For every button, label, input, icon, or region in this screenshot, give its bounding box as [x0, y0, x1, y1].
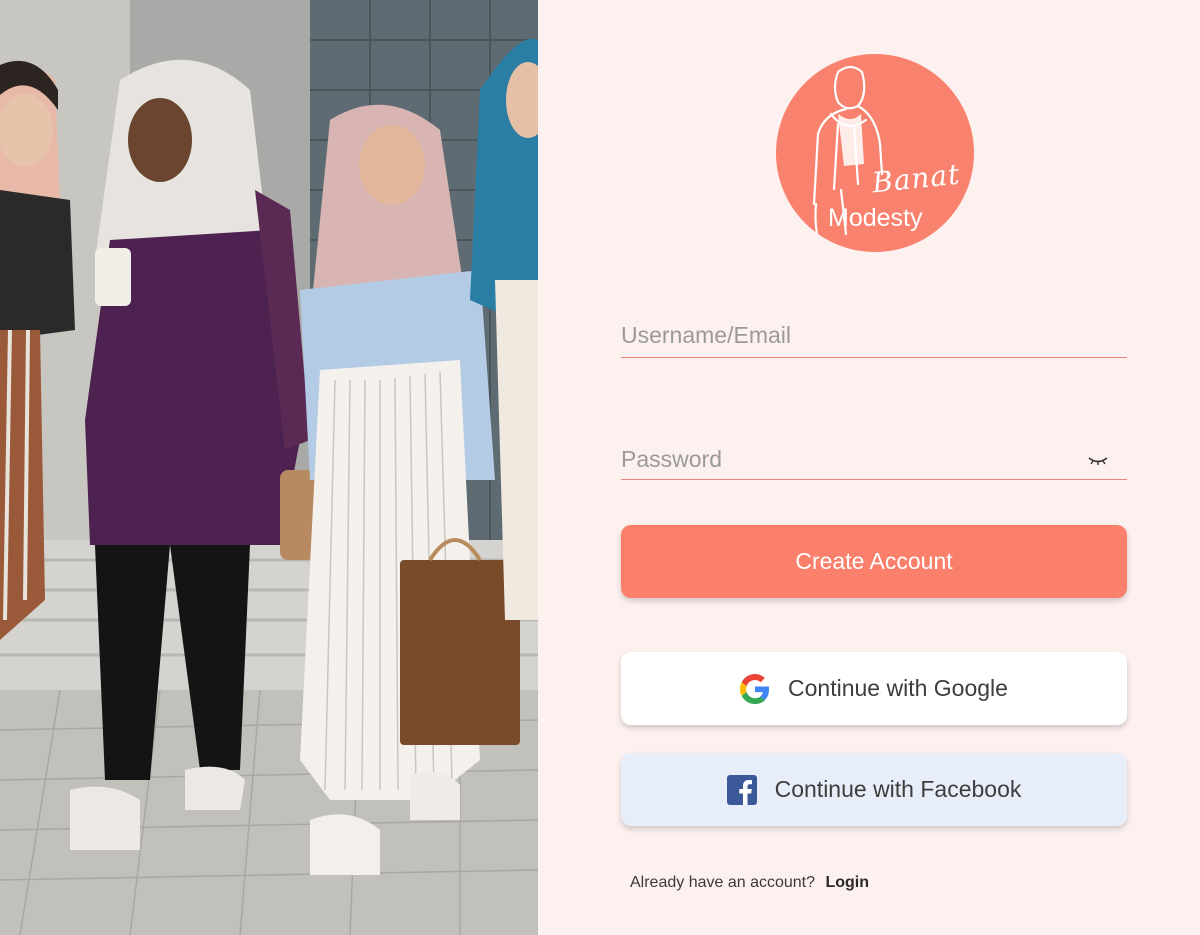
facebook-button-label: Continue with Facebook [774, 776, 1022, 802]
create-account-label: Create Account [795, 548, 953, 574]
facebook-icon [726, 774, 757, 805]
google-signin-button[interactable]: Continue with Google [621, 652, 1127, 725]
username-input[interactable] [621, 322, 1127, 352]
username-field [621, 322, 1127, 358]
google-button-label: Continue with Google [788, 675, 1008, 701]
hero-photo-illustration [0, 0, 538, 935]
eye-closed-icon[interactable] [1087, 454, 1109, 468]
password-input[interactable] [621, 446, 1127, 476]
login-prompt-text: Already have an account? [630, 874, 816, 891]
google-icon [740, 673, 770, 704]
login-link[interactable]: Login [825, 874, 869, 891]
login-prompt-row: Already have an account? Login [630, 874, 869, 892]
hero-photo [0, 0, 538, 935]
signup-form-panel: Banat Modesty Create Account C [538, 0, 1200, 935]
logo-wordmark: Modesty [828, 204, 923, 232]
brand-logo: Banat Modesty [776, 54, 974, 252]
create-account-button[interactable]: Create Account [621, 525, 1127, 598]
facebook-signin-button[interactable]: Continue with Facebook [621, 753, 1127, 826]
password-field [621, 446, 1127, 480]
